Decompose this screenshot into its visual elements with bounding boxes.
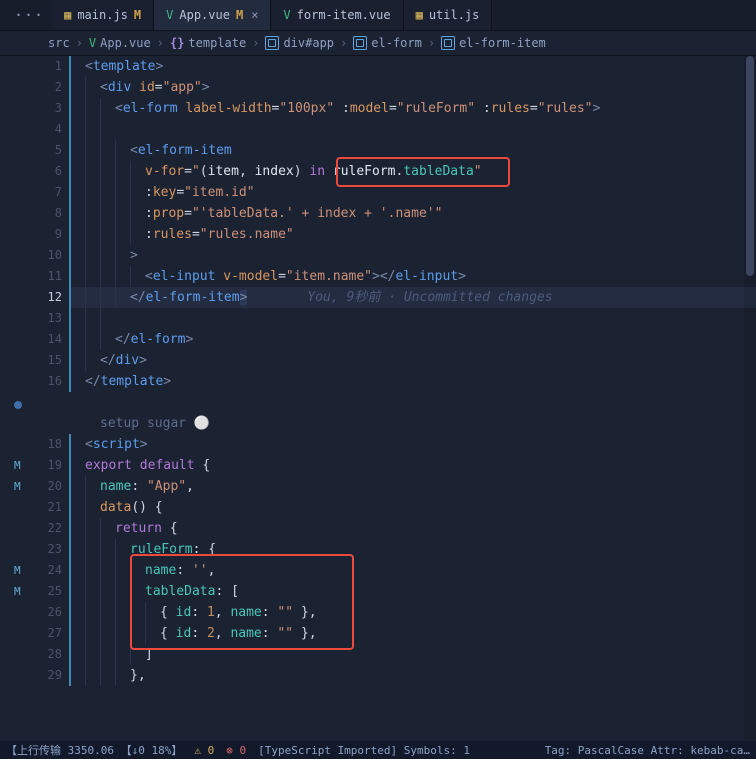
- crumb-elform: el-form: [353, 36, 422, 50]
- tab-app-vue[interactable]: V App.vue M ×: [154, 0, 271, 30]
- status-errors[interactable]: ⊗ 0: [226, 744, 246, 757]
- code-line: </el-form-item>You, 9秒前 · Uncommitted ch…: [70, 287, 756, 308]
- code-line: [70, 392, 756, 413]
- code-line: <script>: [70, 434, 756, 455]
- code-line: ruleForm: {: [70, 539, 756, 560]
- braces-icon: {}: [170, 36, 184, 50]
- crumb-src: src: [48, 36, 70, 50]
- status-lang[interactable]: [TypeScript Imported] Symbols: 1: [258, 744, 470, 757]
- chevron-right-icon: ›: [428, 36, 435, 50]
- tab-label: App.vue: [179, 8, 230, 22]
- js-icon: ▦: [416, 8, 423, 22]
- tab-label: form-item.vue: [297, 8, 391, 22]
- vue-icon: V: [283, 8, 290, 22]
- gutter-modified-mark: M: [14, 459, 21, 472]
- breadcrumb[interactable]: src › V App.vue › {} template › div#app …: [0, 31, 756, 56]
- code-line: </el-form>: [70, 329, 756, 350]
- vertical-scrollbar[interactable]: [744, 56, 756, 743]
- code-line: [70, 308, 756, 329]
- gutter-mod-column: [0, 56, 28, 743]
- element-icon: [353, 36, 367, 50]
- vue-icon: V: [166, 8, 173, 22]
- status-left: 【上行传输 3350.06 【↓0 18%】: [6, 742, 182, 758]
- close-icon[interactable]: ×: [251, 8, 258, 22]
- tab-label: util.js: [429, 8, 480, 22]
- tab-util-js[interactable]: ▦ util.js: [404, 0, 493, 30]
- modified-badge: M: [134, 8, 141, 22]
- code-line: :key="item.id": [70, 182, 756, 203]
- code-line: { id: 1, name: "" },: [70, 602, 756, 623]
- code-line: },: [70, 665, 756, 686]
- chevron-right-icon: ›: [252, 36, 259, 50]
- element-icon: [441, 36, 455, 50]
- code-area[interactable]: <template> <div id="app"> <el-form label…: [68, 56, 756, 743]
- code-line: <el-input v-model="item.name"></el-input…: [70, 266, 756, 287]
- chevron-right-icon: ›: [340, 36, 347, 50]
- crumb-template: {} template: [170, 36, 246, 50]
- code-line: [70, 119, 756, 140]
- tab-main-js[interactable]: ▦ main.js M: [52, 0, 154, 30]
- vue-icon: V: [89, 36, 96, 50]
- code-line: return {: [70, 518, 756, 539]
- gutter-modified-mark: M: [14, 564, 21, 577]
- code-line: <el-form label-width="100px" :model="rul…: [70, 98, 756, 119]
- element-icon: [265, 36, 279, 50]
- code-line: </template>: [70, 371, 756, 392]
- status-warnings[interactable]: ⚠ 0: [194, 744, 214, 757]
- tab-form-item-vue[interactable]: V form-item.vue: [271, 0, 403, 30]
- more-icon[interactable]: ···: [6, 6, 52, 24]
- modified-badge: M: [236, 8, 243, 22]
- code-line: { id: 2, name: "" },: [70, 623, 756, 644]
- code-line: data() {: [70, 497, 756, 518]
- codelens-hint[interactable]: setup sugar ⚪: [70, 413, 756, 434]
- gutter-modified-mark: M: [14, 480, 21, 493]
- scrollbar-thumb[interactable]: [746, 56, 754, 276]
- line-number-gutter: 12345 678910 1112131415 16 1819 20212223…: [28, 56, 68, 743]
- gutter-breakpoint-dot[interactable]: [14, 401, 22, 409]
- code-line: <template>: [70, 56, 756, 77]
- code-line: name: '',: [70, 560, 756, 581]
- code-line: ]: [70, 644, 756, 665]
- code-line: [70, 686, 756, 707]
- code-line: :prop="'tableData.' + index + '.name'": [70, 203, 756, 224]
- code-line: name: "App",: [70, 476, 756, 497]
- code-line: <el-form-item: [70, 140, 756, 161]
- code-line: tableData: [: [70, 581, 756, 602]
- code-line: >: [70, 245, 756, 266]
- crumb-file: V App.vue: [89, 36, 151, 50]
- tab-label: main.js: [77, 8, 128, 22]
- git-blame-annotation: You, 9秒前 · Uncommitted changes: [307, 290, 552, 305]
- chevron-right-icon: ›: [76, 36, 83, 50]
- js-icon: ▦: [64, 8, 71, 22]
- chevron-right-icon: ›: [157, 36, 164, 50]
- code-line: </div>: [70, 350, 756, 371]
- crumb-elformitem: el-form-item: [441, 36, 546, 50]
- tab-bar: ··· ▦ main.js M V App.vue M × V form-ite…: [0, 0, 756, 31]
- crumb-div: div#app: [265, 36, 334, 50]
- status-bar[interactable]: 【上行传输 3350.06 【↓0 18%】 ⚠ 0 ⊗ 0 [TypeScri…: [0, 741, 756, 759]
- gutter-modified-mark: M: [14, 585, 21, 598]
- code-line: export default {: [70, 455, 756, 476]
- code-line: <div id="app">: [70, 77, 756, 98]
- editor[interactable]: 12345 678910 1112131415 16 1819 20212223…: [0, 56, 756, 743]
- code-line: v-for="(item, index) in ruleForm.tableDa…: [70, 161, 756, 182]
- code-line: :rules="rules.name": [70, 224, 756, 245]
- status-right[interactable]: Tag: PascalCase Attr: kebab-ca…: [545, 744, 750, 757]
